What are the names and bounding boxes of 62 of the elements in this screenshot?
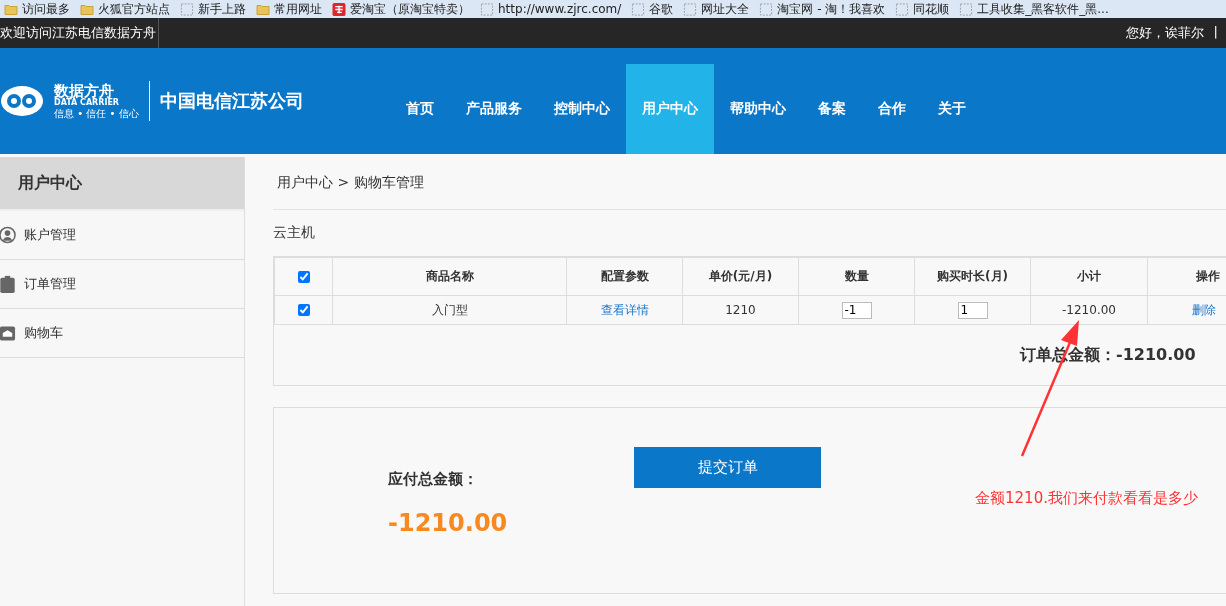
product-name: 入门型 [431, 302, 468, 317]
nav-tab[interactable]: 关于 [922, 64, 982, 154]
submit-order-button[interactable]: 提交订单 [634, 447, 821, 488]
nav-tab[interactable]: 备案 [802, 64, 862, 154]
sidebar-item[interactable]: 账户管理 [24, 226, 76, 244]
logo-slogan: 信息 • 信任 • 信心 [54, 108, 139, 120]
bookmark[interactable]: 谷歌 [649, 0, 674, 18]
column-header: 小计 [1077, 269, 1101, 283]
company-name: 中国电信江苏公司 [159, 89, 304, 113]
page-icon [683, 2, 698, 16]
breadcrumb: 用户中心 > 购物车管理 [277, 174, 424, 192]
nav-tab[interactable]: 帮助中心 [714, 64, 802, 154]
payable-label: 应付总金额： [388, 470, 479, 489]
bookmark[interactable]: 网址大全 [701, 0, 750, 18]
nav-tab[interactable]: 产品服务 [450, 64, 538, 154]
sidebar-item[interactable]: 订单管理 [24, 275, 76, 293]
page-icon [959, 2, 974, 16]
nav-tab[interactable]: 首页 [390, 64, 450, 154]
separator-text: | [1213, 24, 1218, 41]
column-header: 商品名称 [425, 269, 474, 283]
page-icon [631, 2, 646, 16]
bookmark[interactable]: 常用网址 [274, 0, 322, 18]
sidebar-item[interactable]: 购物车 [24, 324, 63, 342]
folder-icon [256, 2, 270, 16]
column-header: 操作 [1196, 269, 1220, 283]
quantity-field[interactable]: -1 [841, 301, 872, 319]
bookmark[interactable]: http://www.zjrc.com/ [498, 2, 622, 16]
subtotal-text: -1210.00 [1062, 303, 1116, 317]
page-icon [895, 2, 910, 16]
payable-amount: -1210.00 [388, 509, 509, 537]
shop-icon [332, 2, 346, 16]
page-icon [180, 2, 194, 16]
bookmark[interactable]: 淘宝网 - 淘！我喜欢 [777, 0, 886, 18]
user-icon [0, 226, 16, 244]
section-title: 云主机 [273, 224, 315, 242]
folder-icon [80, 2, 94, 16]
page-icon [480, 2, 494, 16]
select-all-checkbox[interactable] [298, 270, 310, 283]
bookmark[interactable]: 工具收集_黑客软件_黑... [977, 0, 1109, 18]
nav-tab[interactable]: 控制中心 [538, 64, 626, 154]
column-header: 数量 [844, 269, 869, 283]
nav-tab[interactable]: 合作 [862, 64, 922, 154]
bookmark[interactable]: 新手上路 [198, 0, 246, 18]
bookmark[interactable]: 火狐官方站点 [98, 0, 170, 18]
clipboard-icon [0, 275, 16, 293]
price-text: 1210 [725, 303, 756, 317]
folder-icon [4, 2, 18, 16]
column-header: 配置参数 [600, 269, 649, 283]
delete-link[interactable]: 删除 [1192, 302, 1216, 317]
logo-subtitle: DATA CARRIER [54, 99, 120, 109]
page-icon [759, 2, 774, 16]
duration-field[interactable]: 1 [957, 301, 988, 319]
column-header: 单价(元/月) [708, 269, 773, 283]
sidebar-title: 用户中心 [0, 157, 244, 211]
column-header: 购买时长(月) [937, 269, 1008, 283]
bookmark[interactable]: 爱淘宝（原淘宝特卖） [350, 0, 470, 18]
greeting-text[interactable]: 您好，诶菲尔 [1125, 24, 1204, 42]
logo-title: 数据方舟 [54, 82, 115, 100]
annotation-text: 金额1210.我们来付款看看是多少 [975, 489, 1198, 508]
bookmark[interactable]: 访问最多 [22, 0, 70, 18]
bookmark[interactable]: 同花顺 [913, 0, 950, 18]
row-checkbox[interactable] [298, 304, 310, 316]
